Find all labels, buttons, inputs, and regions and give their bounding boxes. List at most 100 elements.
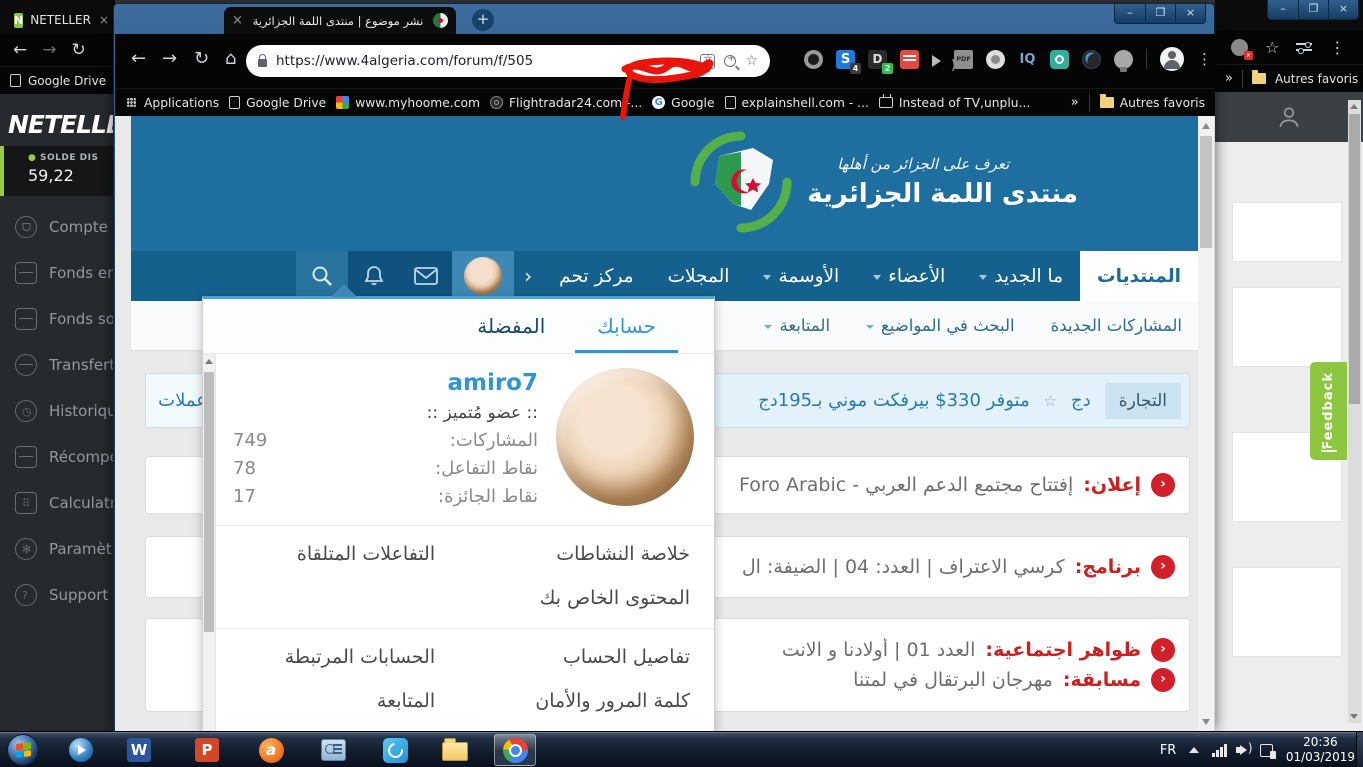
extension-d-icon[interactable]: D2 — [868, 50, 887, 69]
extension-error-icon[interactable]: x — [1231, 39, 1248, 56]
taskbar-avast[interactable]: a — [250, 734, 292, 766]
forward-icon[interactable]: → — [42, 40, 56, 60]
minimize-button[interactable]: – — [1115, 4, 1145, 23]
background-tab-title[interactable]: NETELLER — [30, 13, 91, 27]
sidebar-item-recompenses[interactable]: Récompe — [0, 437, 115, 477]
sidebar-item-support[interactable]: ?Support — [0, 575, 115, 615]
minimize-button[interactable]: – — [1268, 0, 1298, 19]
other-favorites[interactable]: Autres favoris — [1100, 96, 1205, 110]
account-menu-button[interactable] — [452, 251, 514, 301]
extension-lightbulb-icon[interactable] — [1114, 50, 1133, 69]
extension-speaker-icon[interactable] — [932, 55, 941, 67]
tab-close-icon[interactable]: × — [232, 13, 243, 28]
announcement-text[interactable]: إفتتاح مجتمع الدعم العربي - Foro Arabic — [739, 474, 1073, 496]
subnav-watched[interactable]: المتابعة — [764, 316, 830, 335]
announcement-text[interactable]: مهرجان البرتقال في لمتنا — [853, 669, 1053, 691]
nav-tab-journals[interactable]: المجلات — [651, 251, 747, 301]
sidebar-item-calculatrice[interactable]: ⠿Calculatr — [0, 483, 115, 523]
scrollbar-thumb[interactable] — [1200, 136, 1212, 248]
extension-crescent-icon[interactable] — [1082, 50, 1101, 69]
network-icon[interactable] — [1212, 744, 1227, 757]
bookmark-myhoome[interactable]: www.myhoome.com — [336, 96, 480, 110]
nav-tab-forums[interactable]: المنتديات — [1080, 251, 1198, 301]
tab-your-account[interactable]: حسابك — [575, 299, 678, 353]
reload-icon[interactable]: ↻ — [72, 40, 86, 60]
clock[interactable]: 20:36 01/03/2019 — [1286, 735, 1355, 765]
translate-icon[interactable]: 文 — [700, 54, 715, 69]
hidden-icons-chevron[interactable] — [1189, 747, 1199, 753]
menu-activity-summary[interactable]: خلاصة النشاطات — [435, 532, 714, 576]
extension-target-icon[interactable] — [1050, 50, 1069, 69]
dropdown-scrollbar[interactable] — [203, 354, 216, 731]
sidebar-item-transfert[interactable]: Transfert — [0, 345, 115, 385]
bookmark-applications[interactable]: Applications — [125, 96, 219, 110]
close-button[interactable]: × — [1328, 0, 1358, 19]
url-text[interactable]: https://www.4algeria.com/forum/f/505 — [276, 53, 691, 69]
taskbar-shareit[interactable] — [374, 734, 416, 766]
reload-icon[interactable]: ↻ — [194, 48, 209, 69]
feedback-tab[interactable]: Feedback — [1310, 362, 1347, 460]
bookmark-google-drive[interactable]: Google Drive — [28, 74, 106, 88]
extension-list-icon[interactable] — [900, 50, 919, 69]
extension-skype-icon[interactable]: S4 — [836, 50, 855, 69]
ticker-link[interactable]: متوفر 330$ بيرفكت موني بـ195دج — [758, 390, 1029, 411]
maximize-button[interactable]: ❐ — [1145, 4, 1175, 23]
taskbar-system-tool[interactable] — [312, 734, 354, 766]
titlebar[interactable]: × نشر موضوع | منتدى اللمة الجزائرية + – … — [114, 4, 1214, 34]
home-icon[interactable]: ⌂ — [225, 48, 236, 69]
zoom-icon[interactable] — [724, 55, 736, 67]
taskbar-media-player[interactable] — [60, 734, 102, 766]
taskbar-chrome[interactable] — [494, 734, 536, 766]
user-avatar[interactable] — [556, 368, 694, 506]
announcement-text[interactable]: العدد 01 | أولادنا و الانت — [782, 639, 976, 661]
extension-record-icon[interactable] — [804, 50, 823, 69]
taskbar-powerpoint[interactable]: P — [186, 734, 228, 766]
forum-logo[interactable]: تعرف على الجزائر من أهلها منتدى اللمة ال… — [681, 126, 1078, 238]
extension-pdf-icon[interactable]: PDF — [954, 50, 973, 69]
bookmark-star-icon[interactable]: ☆ — [745, 53, 758, 69]
tune-icon[interactable] — [1296, 41, 1312, 53]
language-indicator[interactable]: FR — [1160, 743, 1177, 758]
bookmarks-overflow-chevron[interactable]: » — [1071, 95, 1079, 110]
volume-icon[interactable] — [1240, 745, 1247, 755]
profile-avatar-icon[interactable] — [1160, 47, 1184, 71]
menu-account-details[interactable]: تفاصيل الحساب — [435, 635, 714, 679]
bookmark-flightradar[interactable]: Flightradar24.com -... — [490, 96, 642, 110]
bookmarks-overflow-chevron[interactable]: » — [1225, 71, 1233, 86]
sidebar-item-compte[interactable]: ᗜCompte — [0, 207, 115, 247]
extension-iq-icon[interactable]: IQ — [1018, 50, 1037, 69]
bookmark-instead-of-tv[interactable]: Instead of TV,unplu... — [879, 96, 1030, 110]
menu-following[interactable]: المتابعة — [216, 679, 435, 723]
sidebar-item-fonds-sortants[interactable]: Fonds so — [0, 299, 115, 339]
nav-tab-medals[interactable]: الأوسمة — [746, 251, 856, 301]
neteller-balance[interactable]: ● SOLDE DIS 59,22 — [0, 146, 115, 196]
username[interactable]: amiro7 — [233, 370, 538, 396]
back-icon[interactable]: ← — [13, 40, 27, 60]
bookmark-explainshell[interactable]: explainshell.com - ... — [725, 96, 869, 110]
nav-collapse-chevron[interactable]: ‹ — [514, 251, 542, 301]
nav-tab-whats-new[interactable]: ما الجديد — [962, 251, 1080, 301]
nav-tab-download-center[interactable]: مركز تحم — [542, 251, 650, 301]
nav-tab-members[interactable]: الأعضاء — [856, 251, 962, 301]
scrollbar[interactable] — [1348, 100, 1361, 723]
scrollbar-thumb[interactable] — [1349, 114, 1360, 404]
menu-your-content[interactable]: المحتوى الخاص بك — [435, 576, 714, 620]
menu-reactions-received[interactable]: التفاعلات المتلقاة — [216, 532, 435, 576]
sidebar-item-parametres[interactable]: ✻Paramètr — [0, 529, 115, 569]
forward-icon[interactable]: → — [162, 48, 177, 69]
sidebar-item-fonds-entrants[interactable]: Fonds en — [0, 253, 115, 293]
ticker-badge[interactable]: التجارة — [1105, 383, 1181, 419]
address-bar[interactable]: https://www.4algeria.com/forum/f/505 文 ☆ — [246, 45, 770, 77]
browser-tab[interactable]: × نشر موضوع | منتدى اللمة الجزائرية — [224, 7, 456, 34]
menu-connected-accounts[interactable]: الحسابات المرتبطة — [216, 635, 435, 679]
bookmark-star-icon[interactable]: ☆ — [1265, 38, 1279, 57]
new-tab-button[interactable]: + — [472, 9, 494, 31]
bookmark-google-drive[interactable]: Google Drive — [229, 96, 326, 110]
taskbar-explorer[interactable] — [434, 734, 476, 766]
power-icon[interactable] — [1260, 744, 1273, 757]
tab-close-icon[interactable]: × — [99, 13, 109, 27]
messages-button[interactable] — [400, 251, 452, 301]
menu-password-security[interactable]: كلمة المرور والأمان — [435, 679, 714, 723]
subnav-search-threads[interactable]: البحث في المواضيع — [866, 316, 1015, 335]
announcement-text[interactable]: كرسي الاعتراف | العدد: 04 | الضيفة: ال — [742, 556, 1065, 578]
